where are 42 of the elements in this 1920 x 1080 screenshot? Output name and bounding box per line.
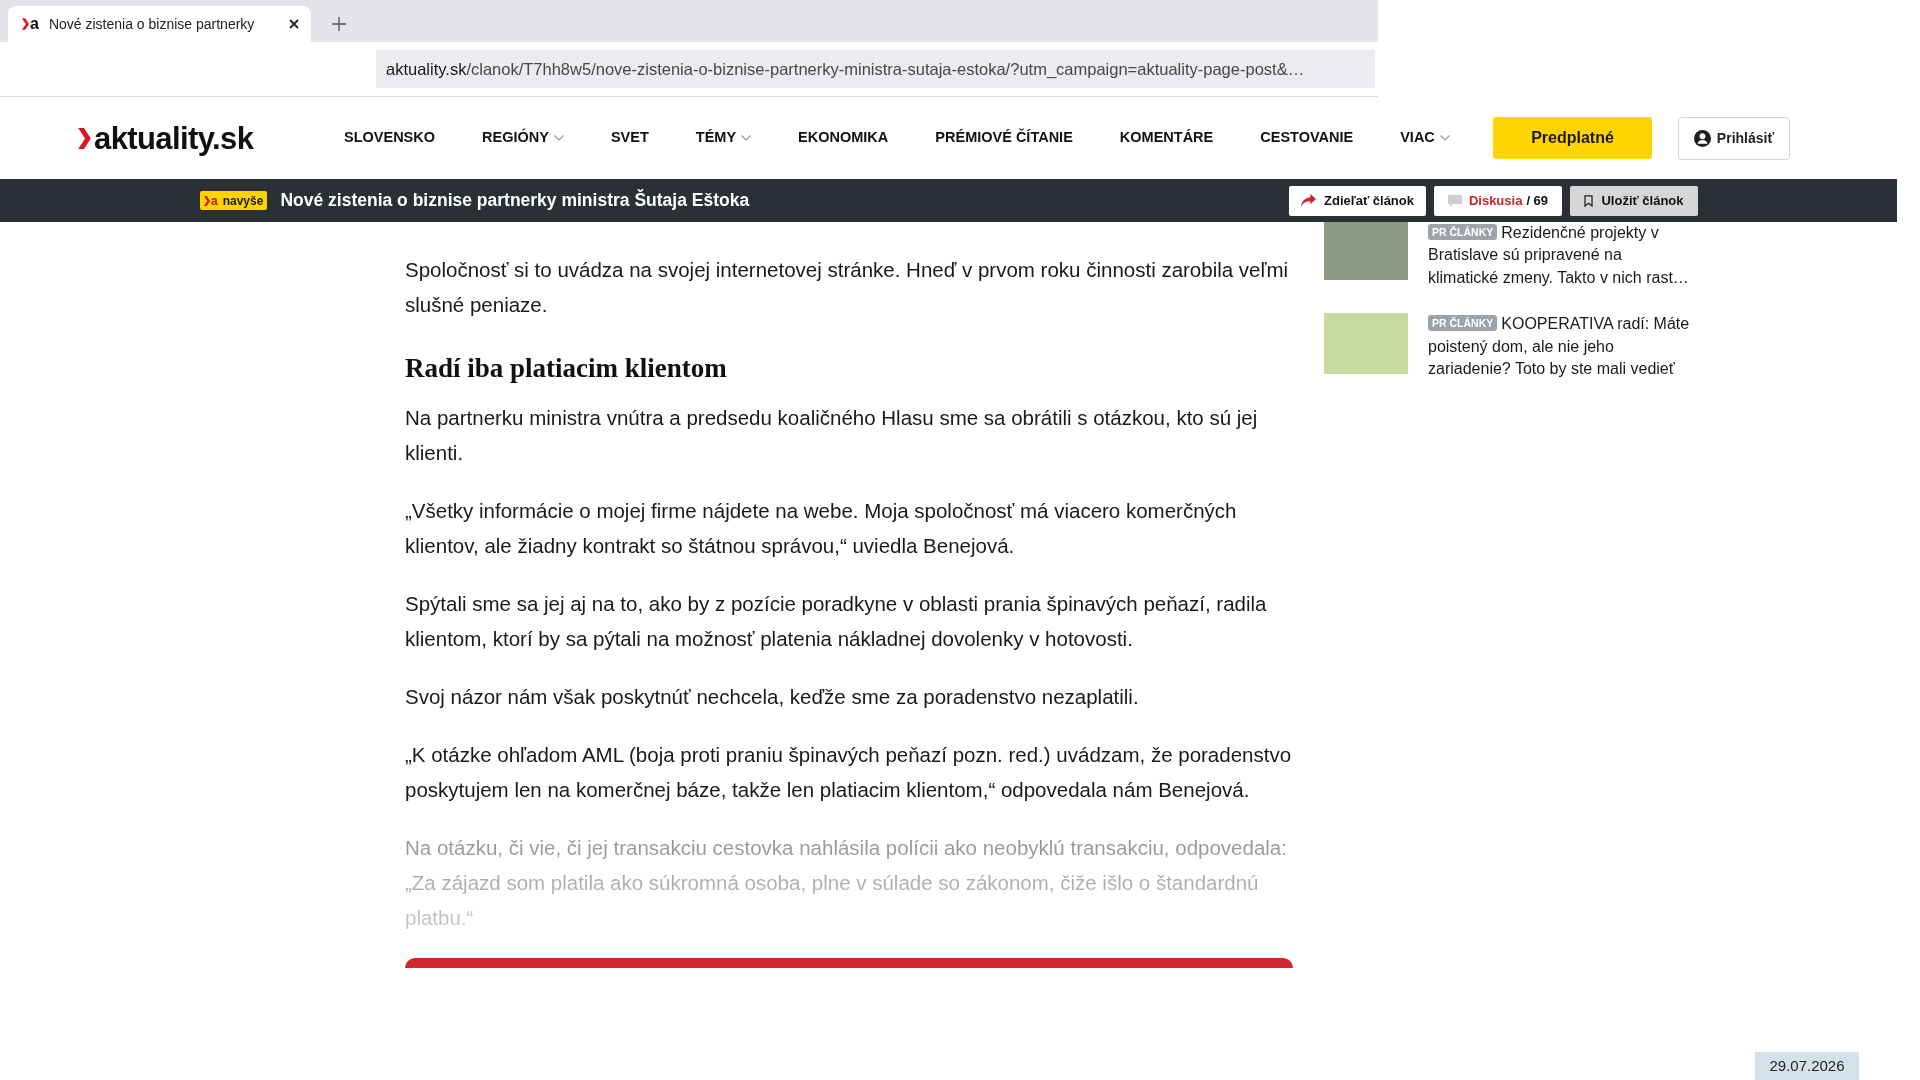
logo-text[interactable]: aktuality.sk (94, 122, 254, 154)
badge-logo-letter: a (211, 194, 218, 207)
bookmark-icon (1584, 194, 1594, 207)
article-paragraph: Na partnerku ministra vnútra a predsedu koaličného Hlasu sme sa obrátili s otázkou, kto sú jej klienti. (405, 405, 1259, 466)
login-button[interactable]: Prihlásiť (1678, 116, 1790, 160)
nav-link[interactable]: REGIÓNY (482, 127, 564, 149)
badge-label: navyše (222, 194, 264, 207)
save-button[interactable]: Uložiť článok (1570, 185, 1698, 216)
article-bar-title: Nové zistenia o biznise partnerky ministra Šutaja Eštoka (280, 188, 750, 213)
user-icon (1693, 129, 1711, 147)
date-label: 29.07.2026 (1755, 1052, 1859, 1080)
discussion-button[interactable]: Diskusia / 69 (1434, 185, 1562, 216)
comment-icon (1447, 194, 1462, 207)
article-paragraph: Spýtali sme sa jej aj na to, ako by z pozície poradkyne v oblasti prania špinavých peňazí, radila klientom, ktorí by sa pýtali na možnosť platenia nákladnej dovolenky v hotovosti. (405, 591, 1268, 652)
nav-link[interactable]: VIAC (1400, 127, 1450, 149)
nav-link[interactable]: SVET (610, 127, 649, 149)
share-icon (1301, 194, 1316, 207)
pr-badge: PR ČLÁNKY (1428, 224, 1498, 240)
nav-link[interactable]: EKONOMIKA (798, 127, 889, 149)
chevron-icon (204, 195, 210, 206)
sidebar-article-link[interactable]: PR ČLÁNKY KOOPERATIVA radí: Máte poistený dom, ale nie jeho zariadenie? Toto by ste mali vedieť (1428, 313, 1696, 381)
article-paragraph: Spoločnosť si to uvádza na svojej internetovej stránke. Hneď v prvom roku činnosti zarobila veľmi slušné peniaze. (405, 257, 1290, 318)
chevron-icon (78, 127, 91, 149)
address-bar[interactable]: aktuality.sk/clanok/T7hh8w5/nove-zistenia-o-biznise-partnerky-ministra-sutaja-estoka/?utm_campaign=aktuality-page-post&… (376, 50, 1375, 88)
article-paragraph: „Všetky informácie o mojej firme nájdete na webe. Moja spoločnosť má viacero komerčných klientov, ale žiadny kontrakt so štátnou správou,“ uviedla Benejová. (405, 498, 1238, 559)
pr-badge: PR ČLÁNKY (1428, 315, 1498, 332)
article-paragraph: Svoj názor nám však poskytnúť nechcela, keďže sme za poradenstvo nezaplatili. (405, 684, 1140, 710)
sidebar-article-link[interactable]: PR ČLÁNKY Rezidenčné projekty v Bratislave sú pripravené na klimatické zmeny. Takto v nich rast… (1428, 222, 1696, 290)
nav-link[interactable]: TÉMY (695, 127, 752, 149)
nav-link[interactable]: SLOVENSKO (344, 127, 436, 149)
chevron-icon (22, 18, 29, 30)
browser-tab[interactable]: a Nové zistenia o biznise partnerky (8, 6, 311, 42)
share-button[interactable]: Zdieľať článok (1289, 185, 1426, 216)
nav-link[interactable]: PRÉMIOVÉ ČÍTANIE (935, 127, 1073, 149)
subscribe-button[interactable]: Predplatné (1493, 117, 1652, 159)
nav-link[interactable]: CESTOVANIE (1260, 127, 1354, 149)
article-paragraph: „K otázke ohľadom AML (boja proti praniu špinavých peňazí pozn. red.) uvádzam, že poradenstvo poskytujem len na komerčnej báze, takže len platiacim klientom,“ odpovedala nám Benejová. (405, 742, 1293, 803)
close-icon[interactable] (289, 19, 299, 29)
favicon-letter: a (30, 16, 39, 32)
section-heading: Radí iba platiacim klientom (405, 352, 728, 385)
plus-icon[interactable] (332, 17, 346, 31)
nav-link[interactable]: KOMENTÁRE (1119, 127, 1214, 149)
